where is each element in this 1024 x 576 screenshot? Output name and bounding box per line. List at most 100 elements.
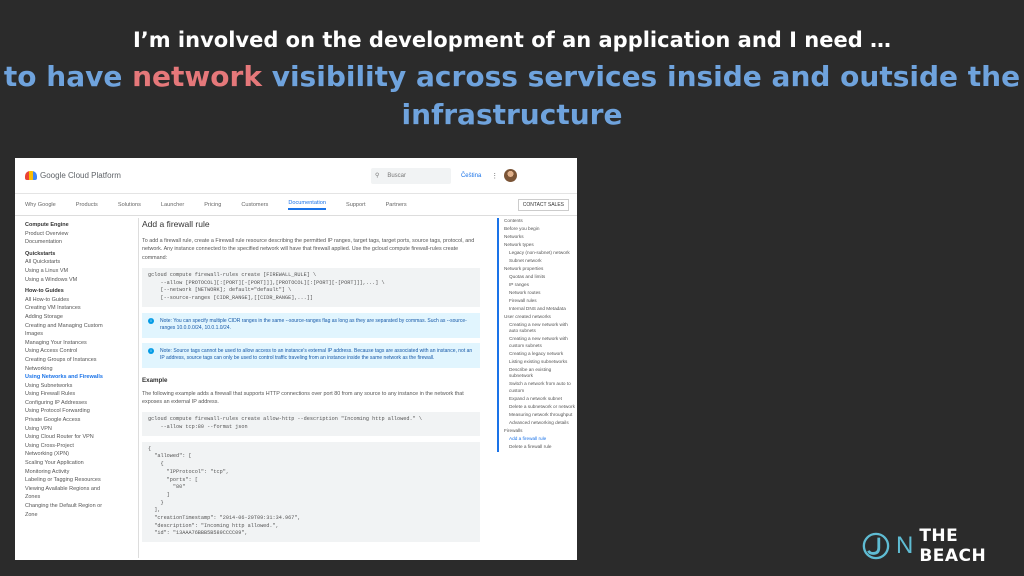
contact-sales-button[interactable]: CONTACT SALES [517, 199, 569, 211]
sidebar-item[interactable]: Networking [25, 365, 133, 374]
sidebar-item[interactable]: All Quickstarts [25, 258, 133, 267]
toc-item[interactable]: Add a firewall rule [504, 436, 575, 442]
j-circle-icon [862, 532, 890, 560]
toc-item[interactable]: Network routes [504, 290, 575, 296]
section-heading: Add a firewall rule [142, 219, 210, 229]
sidebar-item[interactable]: Using Access Control [25, 347, 133, 356]
sidebar-item[interactable]: Creating Groups of Instances [25, 356, 133, 365]
sidebar-item[interactable]: Quickstarts [25, 250, 133, 259]
sidebar-item[interactable]: Documentation [25, 238, 133, 247]
nav-tab[interactable]: Documentation [288, 200, 326, 210]
toc-item[interactable]: Advanced networking details [504, 420, 575, 426]
gcp-logo[interactable]: Google Cloud Platform [25, 171, 121, 180]
sidebar-item[interactable]: Networking (XPN) [25, 450, 133, 459]
language-selector[interactable]: Čeština [461, 173, 481, 179]
subtitle-highlight: network [132, 60, 262, 93]
sidebar-item[interactable]: Adding Storage [25, 313, 133, 322]
divider [138, 218, 139, 558]
vertical-dots-icon[interactable]: ⋮ [491, 172, 498, 180]
subtitle-pre: to have [3, 60, 133, 93]
nav-tab[interactable]: Solutions [118, 202, 141, 208]
sidebar-item[interactable]: Using VPN [25, 425, 133, 434]
toc-item[interactable]: Network properties [504, 266, 575, 272]
info-icon: i [148, 347, 154, 354]
sidebar-item[interactable]: Creating and Managing Custom [25, 322, 133, 331]
toc-item[interactable]: Networks [504, 234, 575, 240]
toc-item[interactable]: Delete a firewall rule [504, 444, 575, 450]
sidebar-item[interactable]: Managing Your Instances [25, 339, 133, 348]
toc-item[interactable]: Describe an existing subnetwork [504, 367, 575, 380]
toc-item[interactable]: Measuring network throughput [504, 412, 575, 418]
nav-tab[interactable]: Customers [241, 202, 268, 208]
sidebar-item[interactable]: Images [25, 330, 133, 339]
sidebar-item[interactable]: Using Subnetworks [25, 382, 133, 391]
json-output[interactable]: { "allowed": [ { "IPProtocol": "tcp", "p… [142, 441, 480, 543]
toc-item[interactable]: Creating a new network with auto subnets [504, 322, 575, 335]
search-icon: ⚲ [374, 173, 380, 179]
sidebar-item[interactable]: Using Protocol Forwarding [25, 407, 133, 416]
cloud-logo-icon [25, 171, 37, 180]
toc-item[interactable]: Network types [504, 242, 575, 248]
top-nav: Why Google Products Solutions Launcher Prici… [15, 194, 577, 216]
doc-content: Add a firewall rule To add a firewall ru… [142, 218, 480, 548]
sidebar-item[interactable]: Using Networks and Firewalls [25, 373, 133, 382]
sidebar-item[interactable]: Scaling Your Application [25, 459, 133, 468]
sidebar-item[interactable]: Using Firewall Rules [25, 390, 133, 399]
nav-tab[interactable]: Why Google [25, 202, 56, 208]
table-of-contents: Contents Before you begin Networks Network … [497, 218, 575, 452]
nav-tab[interactable]: Partners [386, 202, 407, 208]
avatar[interactable] [504, 169, 518, 182]
sidebar-item[interactable]: Using Cross-Project [25, 442, 133, 451]
info-icon: i [148, 317, 154, 324]
sidebar-item[interactable]: Product Overview [25, 230, 133, 239]
toc-item[interactable]: Quotas and limits [504, 274, 575, 280]
sidebar-item[interactable]: Creating VM Instances [25, 304, 133, 313]
subtitle-post: visibility across services inside and ou… [261, 60, 1021, 131]
toc-item[interactable]: Firewalls [504, 428, 575, 434]
toc-item[interactable]: Firewall rules [504, 298, 575, 304]
toc-item[interactable]: Expand a network subnet [504, 396, 575, 402]
brand-text: THE BEACH [919, 526, 987, 566]
sidebar-item[interactable]: Using a Linux VM [25, 267, 133, 276]
toc-item[interactable]: Switch a network from auto to custom [504, 381, 575, 394]
search-input[interactable]: ⚲ Buscar [370, 167, 451, 184]
toc-item[interactable]: Delete a subnetwork or network [504, 404, 575, 410]
toc-item[interactable]: Listing existing subnetworks [504, 359, 575, 365]
sidebar-item[interactable]: How-to Guides [25, 287, 133, 296]
sidebar-item[interactable]: Monitoring Activity [25, 468, 133, 477]
left-nav: Compute Engine Product Overview Documentat… [25, 218, 133, 519]
sidebar-item[interactable]: Compute Engine [25, 221, 133, 230]
code-block[interactable]: gcloud compute firewall-rules create all… [142, 412, 480, 436]
code-block[interactable]: gcloud compute firewall-rules create [FI… [142, 267, 480, 307]
toc-item[interactable]: Legacy (non-subnet) network [504, 250, 575, 256]
gcp-topbar: Google Cloud Platform ⚲ Buscar Čeština ⋮ [15, 158, 577, 194]
example-paragraph: The following example adds a firewall th… [142, 390, 464, 405]
note-box: i Note: You can specify multiple CIDR ran… [142, 312, 480, 338]
brand-n: N [895, 532, 914, 559]
sidebar-item[interactable]: Private Google Access [25, 416, 133, 425]
intro-paragraph: To add a firewall rule, create a Firewal… [142, 238, 475, 261]
sidebar-item[interactable]: Zone [25, 511, 133, 520]
sidebar-item[interactable]: Zones [25, 493, 133, 502]
nav-tab[interactable]: Launcher [161, 202, 184, 208]
toc-item[interactable]: Creating a legacy network [504, 351, 575, 357]
toc-item[interactable]: User created networks [504, 314, 575, 320]
sidebar-item[interactable]: All How-to Guides [25, 296, 133, 305]
toc-item[interactable]: Creating a new network with custom subne… [504, 336, 575, 349]
example-heading: Example [142, 376, 168, 384]
sidebar-item[interactable]: Labeling or Tagging Resources [25, 476, 133, 485]
sidebar-item[interactable]: Changing the Default Region or [25, 502, 133, 511]
sidebar-item[interactable]: Viewing Available Regions and [25, 485, 133, 494]
toc-item[interactable]: IP ranges [504, 282, 575, 288]
toc-item[interactable]: Internal DNS and Metadata [504, 306, 575, 312]
nav-tab[interactable]: Pricing [204, 202, 221, 208]
sidebar-item[interactable]: Using Cloud Router for VPN [25, 433, 133, 442]
toc-item[interactable]: Before you begin [504, 226, 575, 232]
toc-item[interactable]: Contents [504, 218, 575, 224]
docs-screenshot: Google Cloud Platform ⚲ Buscar Čeština ⋮ … [15, 158, 577, 560]
nav-tab[interactable]: Support [346, 202, 366, 208]
sidebar-item[interactable]: Configuring IP Addresses [25, 399, 133, 408]
nav-tab[interactable]: Products [76, 202, 98, 208]
toc-item[interactable]: Subnet network [504, 258, 575, 264]
sidebar-item[interactable]: Using a Windows VM [25, 276, 133, 285]
